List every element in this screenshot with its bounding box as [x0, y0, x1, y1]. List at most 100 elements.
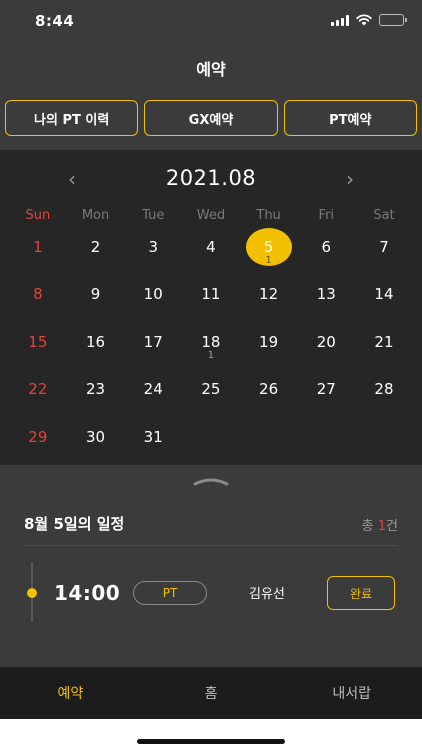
calendar: 2021.08 ‹ › Sun Mon Tue Wed Thu Fri Sat …	[0, 150, 422, 465]
calendar-day-number: 31	[143, 427, 163, 446]
calendar-day-number: 10	[143, 285, 163, 304]
calendar-day-number: 1	[33, 238, 43, 256]
tab-my-pt-history[interactable]: 나의 PT 이력	[5, 100, 139, 136]
status-icons	[331, 14, 407, 26]
calendar-days: 1 2 3 4 5 1 6 7 8 9 10 11 12 13 14 15 16 17 18 1 19 20 21 22 23 2…	[9, 228, 413, 465]
timeline-dot	[27, 588, 37, 598]
calendar-day-number: 3	[148, 238, 158, 256]
calendar-day[interactable]: 7	[355, 228, 413, 275]
calendar-day[interactable]: 14	[355, 275, 413, 322]
calendar-day[interactable]: 51	[240, 228, 298, 275]
calendar-day[interactable]: 19	[240, 323, 298, 370]
calendar-day[interactable]: 3	[124, 228, 182, 275]
calendar-day[interactable]: 27	[297, 370, 355, 417]
schedule-total-suffix: 건	[386, 519, 398, 534]
calendar-day-number: 14	[374, 285, 394, 304]
nav-home[interactable]: 홈	[141, 667, 282, 719]
calendar-day-number: 15	[28, 332, 48, 351]
weekday-wed: Wed	[196, 208, 226, 223]
calendar-day-number: 29	[28, 427, 48, 446]
schedule-panel: 8월 5일의 일정 총 1건 14:00 PT 김유선 완료	[0, 465, 422, 667]
page-title: 예약	[196, 60, 226, 79]
calendar-day-schedule-count: 1	[265, 255, 272, 266]
calendar-day[interactable]: 11	[182, 275, 240, 322]
calendar-day[interactable]: 17	[124, 323, 182, 370]
calendar-day[interactable]: 6	[297, 228, 355, 275]
home-indicator-area	[0, 719, 422, 750]
calendar-day[interactable]: 8	[9, 275, 67, 322]
calendar-day[interactable]: 21	[355, 323, 413, 370]
weekday-fri: Fri	[318, 208, 335, 223]
schedule-title: 8월 5일의 일정	[24, 515, 125, 533]
next-month-chevron-right-icon[interactable]: ›	[338, 168, 362, 192]
calendar-day[interactable]: 23	[67, 370, 125, 417]
bottom-nav: 예약 홈 내서랍	[0, 667, 422, 719]
calendar-day-number: 17	[143, 332, 163, 351]
reservation-tabs: 나의 PT 이력 GX예약 PT예약	[5, 100, 417, 136]
calendar-day-number: 22	[28, 380, 48, 399]
home-indicator[interactable]	[137, 739, 285, 744]
calendar-day-number: 20	[316, 332, 336, 351]
calendar-day-number: 9	[90, 285, 101, 304]
calendar-day[interactable]: 18 1	[182, 323, 240, 370]
calendar-day[interactable]: 1	[9, 228, 67, 275]
calendar-day[interactable]: 13	[297, 275, 355, 322]
calendar-day[interactable]: 4	[182, 228, 240, 275]
calendar-day-number: 6	[321, 238, 332, 256]
calendar-day[interactable]: 12	[240, 275, 298, 322]
schedule-type-badge: PT	[133, 581, 207, 605]
calendar-day-number: 7	[379, 238, 389, 256]
weekday-mon: Mon	[81, 208, 110, 223]
weekday-sun: Sun	[25, 208, 51, 223]
calendar-day[interactable]: 20	[297, 323, 355, 370]
schedule-total-prefix: 총	[361, 519, 378, 534]
schedule-divider	[24, 545, 398, 546]
calendar-day[interactable]: 15	[9, 323, 67, 370]
calendar-day[interactable]: 31	[124, 418, 182, 465]
schedule-time: 14:00	[54, 581, 121, 605]
weekday-thu: Thu	[256, 208, 281, 223]
calendar-day-number: 2	[90, 238, 101, 256]
nav-my-drawer[interactable]: 내서랍	[281, 667, 422, 719]
calendar-day[interactable]: 9	[67, 275, 125, 322]
calendar-day-number: 23	[85, 380, 106, 399]
weekday-sat: Sat	[373, 208, 395, 223]
status-bar: 8:44	[0, 0, 422, 44]
calendar-day[interactable]: 26	[240, 370, 298, 417]
calendar-day-number: 13	[316, 285, 336, 304]
calendar-day-number: 12	[259, 285, 279, 304]
calendar-header: 2021.08 ‹ ›	[0, 166, 422, 192]
status-time: 8:44	[35, 12, 75, 30]
calendar-day-number: 27	[316, 380, 336, 399]
calendar-day-number: 21	[374, 332, 394, 351]
schedule-total: 총 1건	[362, 515, 398, 534]
calendar-day[interactable]: 30	[67, 418, 125, 465]
calendar-day-number: 19	[259, 332, 279, 351]
prev-month-chevron-left-icon[interactable]: ‹	[60, 168, 84, 192]
calendar-day[interactable]: 28	[355, 370, 413, 417]
tab-pt-reservation[interactable]: PT예약	[283, 100, 417, 136]
calendar-day[interactable]: 25	[182, 370, 240, 417]
calendar-day-number: 4	[206, 238, 216, 256]
calendar-day[interactable]: 2	[67, 228, 125, 275]
calendar-day[interactable]: 16	[67, 323, 125, 370]
calendar-day-schedule-count: 1	[207, 349, 215, 361]
top-area: 8:44 예약 나의 PT 이력 GX예약 PT예약	[0, 0, 422, 150]
cellular-signal-icon	[331, 14, 349, 26]
calendar-day-number: 25	[201, 380, 221, 399]
calendar-day[interactable]: 22	[9, 370, 67, 417]
calendar-day[interactable]: 10	[124, 275, 182, 322]
calendar-day-number: 11	[201, 285, 221, 304]
calendar-day-number: 26	[259, 380, 279, 399]
calendar-day[interactable]: 24	[124, 370, 182, 417]
wifi-icon	[356, 14, 372, 26]
tab-gx-reservation[interactable]: GX예약	[144, 100, 278, 136]
calendar-day-number: 16	[85, 332, 106, 351]
calendar-day-number: 8	[33, 285, 43, 304]
schedule-status-button[interactable]: 완료	[327, 576, 395, 610]
calendar-day-number: 28	[374, 380, 394, 399]
sheet-handle-chevron-up-icon[interactable]	[191, 475, 231, 487]
calendar-day[interactable]: 29	[9, 418, 67, 465]
nav-reservation[interactable]: 예약	[0, 667, 141, 719]
weekday-row: Sun Mon Tue Wed Thu Fri Sat	[9, 208, 413, 223]
